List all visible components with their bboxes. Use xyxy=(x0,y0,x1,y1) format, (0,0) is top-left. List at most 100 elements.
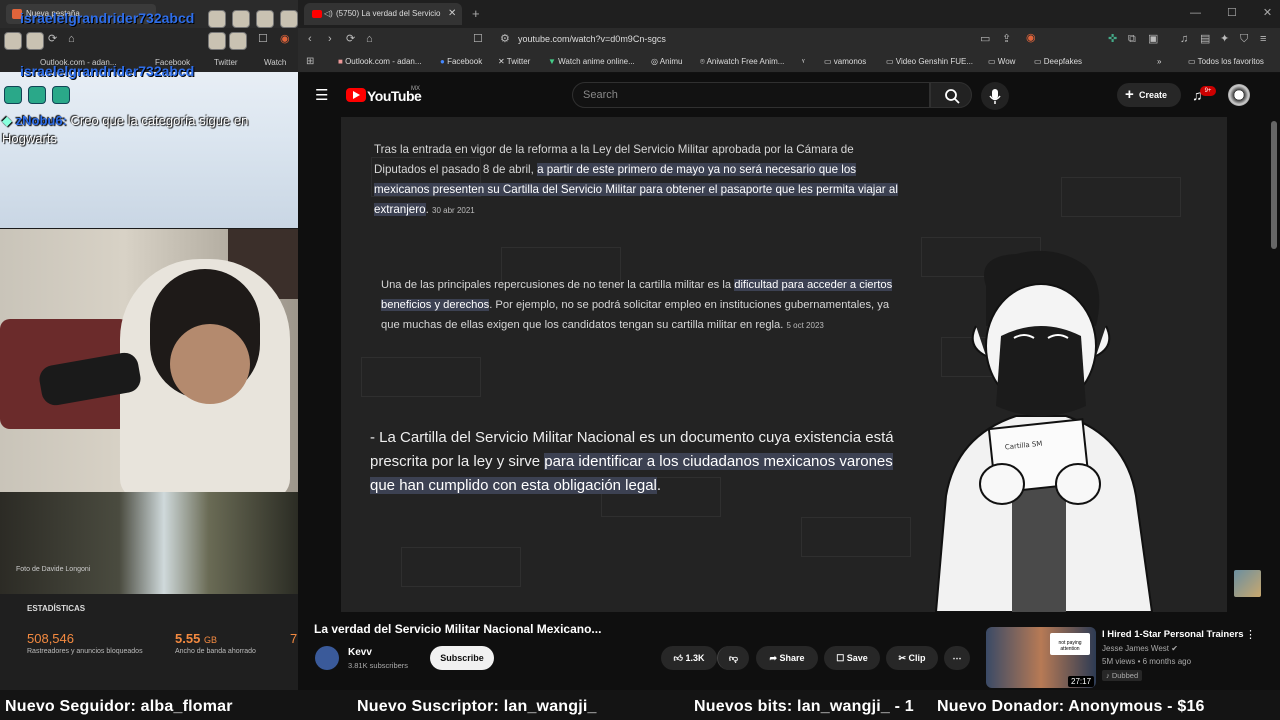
vpn-icon[interactable]: ✜ xyxy=(1108,34,1117,45)
verified-icon: ✔ xyxy=(1171,644,1178,653)
clip-button[interactable]: ✂ Clip xyxy=(886,646,938,670)
new-tab-icon[interactable]: + xyxy=(472,6,480,21)
more-actions-button[interactable]: ⋯ xyxy=(944,646,970,670)
music-icon[interactable]: ♫ xyxy=(1180,34,1188,45)
like-button[interactable]: 👍︎ 1.3K xyxy=(661,646,717,670)
emote-icon xyxy=(229,32,247,50)
channel-name[interactable]: Kevv xyxy=(348,647,372,658)
scrollbar-thumb[interactable] xyxy=(1271,121,1277,249)
reload-icon[interactable]: ⟳ xyxy=(346,34,355,45)
all-bookmarks[interactable]: ▭ Todos los favoritos xyxy=(1188,57,1264,66)
create-button[interactable]: + Create xyxy=(1117,83,1181,107)
search-icon xyxy=(945,89,960,104)
bookmark-folder[interactable]: ▭ Video Genshin FUE... xyxy=(886,57,973,66)
more-bookmarks-icon[interactable]: » xyxy=(1157,57,1161,66)
youtube-play-icon xyxy=(353,91,360,99)
leo-icon[interactable]: ✦ xyxy=(1220,34,1229,45)
back-icon[interactable]: ‹ xyxy=(308,34,312,45)
wall-brick xyxy=(1061,177,1181,217)
account-avatar[interactable] xyxy=(1228,84,1250,106)
emote-icon xyxy=(26,32,44,50)
extensions-icon[interactable]: ⧉ xyxy=(1128,34,1136,45)
tab-title: (5750) La verdad del Servicio xyxy=(336,9,441,18)
recommended-video-title[interactable]: I Hired 1-Star Personal Trainers xyxy=(1102,629,1244,640)
share-button[interactable]: ➦ Share xyxy=(756,646,818,670)
save-button[interactable]: ☐ Save xyxy=(824,646,880,670)
bookmark-item[interactable]: ● Facebook xyxy=(440,57,482,66)
close-icon[interactable]: ✕ xyxy=(1263,6,1272,19)
bookmark-folder[interactable]: ▭ Wow xyxy=(988,57,1015,66)
window-controls: — ☐ ✕ xyxy=(1190,6,1272,20)
follower-alert: Nuevo Seguidor: alba_flomar xyxy=(5,698,233,715)
hamburger-menu-icon[interactable]: ☰ xyxy=(315,88,328,103)
bookmark-item[interactable]: ▼ Watch anime online... xyxy=(548,57,635,66)
bookmark-icon[interactable]: ☐ xyxy=(258,34,268,45)
cast-icon[interactable]: ▭ xyxy=(980,34,990,45)
share-icon[interactable]: ⇪ xyxy=(1002,34,1011,45)
photo-background xyxy=(0,492,298,594)
stats-title: ESTADÍSTICAS xyxy=(27,604,86,613)
recommended-video-channel[interactable]: Jesse James West ✔ xyxy=(1102,644,1178,653)
video-text-block-1: Tras la entrada en vigor de la reforma a… xyxy=(374,143,898,216)
notification-badge: 9+ xyxy=(1200,86,1216,96)
thumbnail-sign: not paying attention xyxy=(1050,633,1090,655)
more-vertical-icon[interactable]: ⋮ xyxy=(1245,630,1256,641)
donor-alert: Nuevo Donador: Anonymous - $16 xyxy=(937,698,1205,715)
bookmark-icon[interactable]: ☐ xyxy=(473,34,483,45)
text-date: 5 oct 2023 xyxy=(786,321,824,330)
webcam-person-face xyxy=(170,324,250,404)
photo-credit: Foto de Davide Longoni xyxy=(16,566,91,573)
emote-icon xyxy=(52,86,70,104)
left-bookmark[interactable]: Watch xyxy=(264,58,286,67)
rewards-icon[interactable]: ⛉ xyxy=(1240,34,1248,45)
video-text-block-2: Una de las principales repercusiones de … xyxy=(381,279,893,331)
cartoon-character: Cartilla SM xyxy=(934,250,1154,612)
wallet-icon[interactable]: ▣ xyxy=(1148,34,1158,45)
bookmark-item[interactable]: ᵞ xyxy=(802,57,805,66)
bookmark-item[interactable]: ■ Outlook.com - adan... xyxy=(338,57,422,66)
voice-search-button[interactable] xyxy=(981,82,1009,110)
bookmark-folder[interactable]: ▭ vamonos xyxy=(824,57,866,66)
site-info-icon[interactable]: ⚙ xyxy=(500,34,510,45)
left-bookmark[interactable]: Twitter xyxy=(214,58,238,67)
minimize-icon[interactable]: — xyxy=(1190,7,1201,19)
search-button[interactable] xyxy=(930,82,972,108)
bookmark-item[interactable]: ✕ Twitter xyxy=(498,57,530,66)
sidebar-icon[interactable]: ▤ xyxy=(1200,34,1210,45)
emote-icon xyxy=(232,10,250,28)
search-input[interactable]: Search xyxy=(572,82,930,108)
chat-badge-icon: ◆ xyxy=(2,113,16,128)
bits-alert: Nuevos bits: lan_wangji_ - 1 xyxy=(694,698,914,715)
miniplayer-thumbnail[interactable] xyxy=(1234,570,1261,597)
save-icon: ☐ xyxy=(836,653,847,663)
bookmark-folder[interactable]: ▭ Deepfakes xyxy=(1034,57,1082,66)
audio-icon[interactable]: ◁) xyxy=(324,3,333,25)
brave-shield-icon[interactable]: ◉ xyxy=(1026,33,1036,44)
reload-icon[interactable]: ⟳ xyxy=(48,34,57,45)
channel-avatar[interactable] xyxy=(315,646,339,670)
wall-brick xyxy=(401,547,521,587)
bookmark-item[interactable]: ⌾ Aniwatch Free Anim... xyxy=(700,57,784,67)
menu-icon[interactable]: ≡ xyxy=(1260,34,1266,45)
dislike-button[interactable]: 👎︎ xyxy=(717,646,749,670)
thumbs-up-icon: 👍︎ xyxy=(673,653,686,663)
create-label: Create xyxy=(1139,90,1168,100)
forward-icon[interactable]: › xyxy=(328,34,332,45)
youtube-favicon-icon xyxy=(312,10,322,18)
stat-bandwidth-unit: GB xyxy=(203,635,217,645)
thumbs-down-icon: 👎︎ xyxy=(728,653,739,663)
emote-icon xyxy=(4,32,22,50)
tab-close-icon[interactable]: ✕ xyxy=(448,8,456,19)
url-field[interactable]: youtube.com/watch?v=d0m9Cn-sgcs xyxy=(518,34,666,44)
subscribe-button[interactable]: Subscribe xyxy=(430,646,494,670)
bookmark-item[interactable]: ◎ Animu xyxy=(651,57,682,66)
apps-icon[interactable]: ⊞ xyxy=(306,57,314,67)
maximize-icon[interactable]: ☐ xyxy=(1227,6,1237,19)
browser-tab[interactable]: ◁) (5750) La verdad del Servicio xyxy=(304,3,462,25)
left-browser-toolbar: ⟳ ⌂ ☐ ◉ xyxy=(0,28,298,54)
brave-shield-icon[interactable]: ◉ xyxy=(280,34,290,45)
wall-brick xyxy=(801,517,911,557)
home-icon[interactable]: ⌂ xyxy=(68,34,75,45)
home-icon[interactable]: ⌂ xyxy=(366,34,373,45)
text-date: 30 abr 2021 xyxy=(432,206,475,215)
